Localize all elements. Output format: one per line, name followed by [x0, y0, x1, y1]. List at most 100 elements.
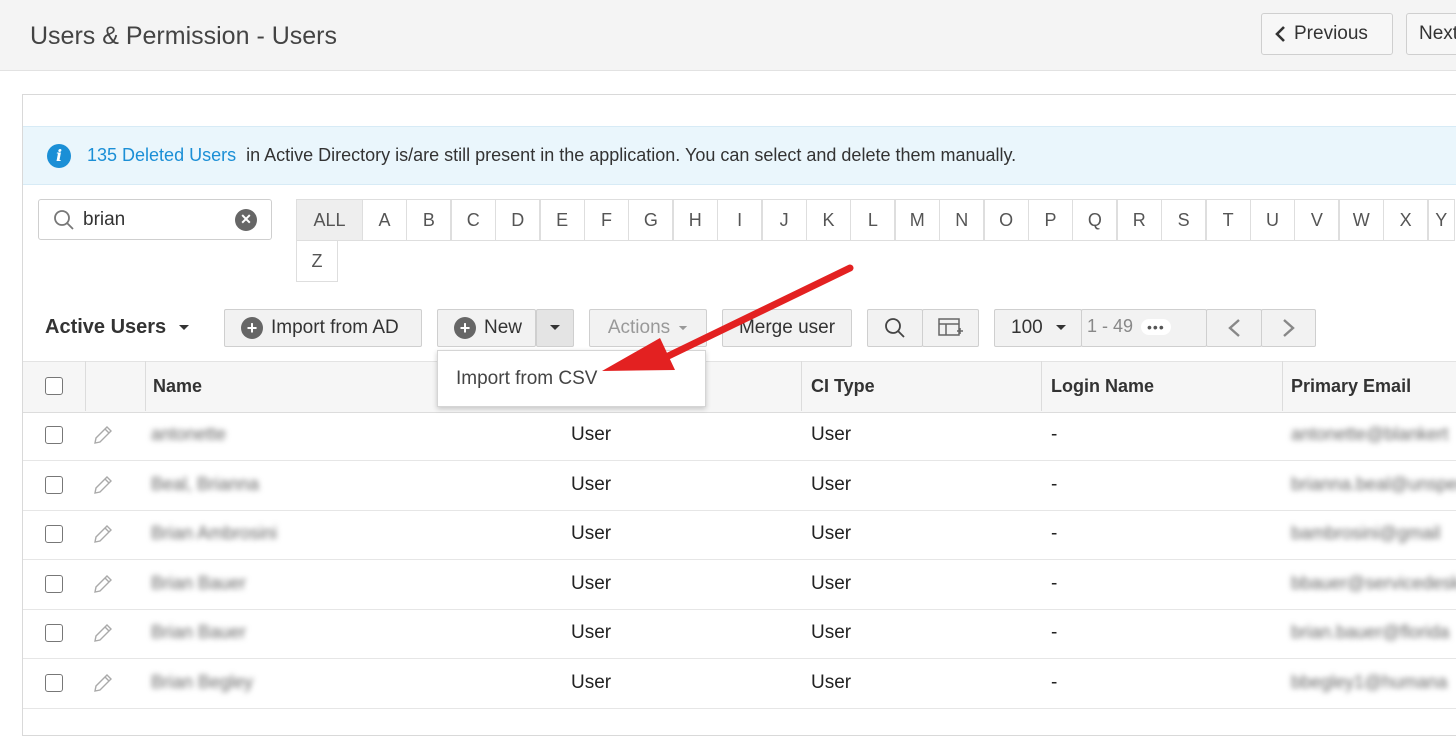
table-row[interactable]: Beal, Brianna User User - brianna.beal@unspe…	[23, 461, 1456, 511]
alpha-filter-l[interactable]: L	[850, 199, 896, 241]
alpha-filter-q[interactable]: Q	[1072, 199, 1118, 241]
edit-pencil-icon[interactable]	[91, 473, 115, 497]
alpha-filter-g[interactable]: G	[628, 199, 674, 241]
table-row[interactable]: Brian Begley User User - bbegley1@humana	[23, 659, 1456, 709]
user-type: User	[571, 622, 612, 644]
info-banner: i 135 Deleted Users in Active Directory …	[23, 126, 1456, 185]
clear-search-icon[interactable]: ✕	[235, 208, 257, 231]
merge-label: Merge user	[738, 317, 836, 338]
user-ci-type: User	[811, 572, 852, 594]
import-from-ad-button[interactable]: + Import from AD	[224, 309, 422, 347]
next-button[interactable]: Next	[1406, 13, 1456, 55]
column-header-primary-email[interactable]: Primary Email	[1291, 361, 1411, 411]
column-divider	[1282, 361, 1283, 411]
alpha-filter-j[interactable]: J	[761, 199, 807, 241]
user-ci-type: User	[811, 622, 852, 644]
alpha-filter-x[interactable]: X	[1383, 199, 1429, 241]
column-header-login-name[interactable]: Login Name	[1051, 361, 1154, 411]
user-primary-email: antonette@blankert	[1291, 424, 1449, 444]
user-name[interactable]: Beal, Brianna	[151, 474, 259, 495]
page-size-select[interactable]: 100	[994, 309, 1082, 347]
previous-label: Previous	[1294, 23, 1368, 44]
chevron-left-icon	[1228, 319, 1240, 337]
user-ci-type: User	[811, 672, 852, 693]
user-primary-email: brian.bauer@florida	[1291, 622, 1450, 643]
alpha-filter-k[interactable]: K	[806, 199, 851, 241]
user-name[interactable]: Brian Begley	[151, 672, 253, 693]
alpha-filter-h[interactable]: H	[672, 199, 718, 241]
alpha-filter-w[interactable]: W	[1338, 199, 1384, 241]
user-type: User	[571, 424, 612, 445]
search-input[interactable]: brian	[83, 209, 235, 231]
chevron-right-icon	[1282, 319, 1295, 337]
merge-user-button[interactable]: Merge user	[722, 309, 852, 347]
prev-page-button[interactable]	[1206, 309, 1262, 347]
user-type: User	[571, 672, 612, 693]
edit-pencil-icon[interactable]	[91, 671, 115, 695]
row-checkbox[interactable]	[45, 674, 63, 692]
alpha-filter-y[interactable]: Y	[1427, 199, 1455, 241]
info-icon: i	[47, 143, 71, 168]
plus-icon: +	[241, 317, 263, 339]
alpha-filter-c[interactable]: C	[450, 199, 496, 241]
table-search-button[interactable]	[867, 309, 923, 347]
user-name[interactable]: Brian Bauer	[151, 573, 246, 594]
alpha-filter-r[interactable]: R	[1116, 199, 1162, 241]
row-checkbox[interactable]	[45, 475, 63, 494]
alpha-filter-u[interactable]: U	[1250, 199, 1295, 241]
deleted-users-link[interactable]: 135 Deleted Users	[87, 145, 236, 166]
alpha-filter-n[interactable]: N	[939, 199, 985, 241]
search-icon	[54, 209, 74, 230]
previous-button[interactable]: Previous	[1261, 13, 1393, 55]
alpha-filter-o[interactable]: O	[983, 199, 1029, 241]
new-button[interactable]: + New	[437, 309, 536, 347]
row-checkbox[interactable]	[45, 624, 63, 643]
next-page-button[interactable]	[1261, 309, 1316, 347]
actions-button[interactable]: Actions	[589, 309, 707, 347]
alpha-filter-m[interactable]: M	[894, 199, 940, 241]
alpha-filter-t[interactable]: T	[1205, 199, 1251, 241]
alpha-filter-all[interactable]: ALL	[296, 199, 363, 241]
alpha-filter-z[interactable]: Z	[296, 240, 338, 282]
table-row[interactable]: antonette User User - antonette@blankert	[23, 411, 1456, 461]
user-name[interactable]: Brian Bauer	[151, 622, 246, 643]
alpha-filter-i[interactable]: I	[717, 199, 763, 241]
column-header-ci-type[interactable]: CI Type	[811, 361, 875, 411]
user-name[interactable]: antonette	[151, 424, 226, 445]
new-dropdown-toggle[interactable]	[536, 309, 574, 347]
table-columns-icon	[937, 318, 963, 336]
column-divider	[1041, 361, 1042, 411]
row-checkbox[interactable]	[45, 574, 63, 593]
edit-pencil-icon[interactable]	[91, 621, 115, 645]
alpha-filter-d[interactable]: D	[495, 199, 541, 241]
column-header-name[interactable]: Name	[153, 361, 202, 411]
edit-pencil-icon[interactable]	[91, 423, 115, 447]
caret-down-icon	[550, 325, 560, 330]
alpha-filter-v[interactable]: V	[1294, 199, 1340, 241]
alpha-filter-s[interactable]: S	[1161, 199, 1207, 241]
chevron-left-icon	[1275, 26, 1285, 42]
import-from-csv-menu-item[interactable]: Import from CSV	[456, 368, 597, 390]
more-pages-button[interactable]: •••	[1141, 318, 1171, 335]
user-name[interactable]: Brian Ambrosini	[151, 523, 277, 544]
alpha-filter-e[interactable]: E	[539, 199, 585, 241]
next-label: Next	[1419, 23, 1456, 44]
alpha-filter-b[interactable]: B	[406, 199, 452, 241]
row-checkbox[interactable]	[45, 525, 63, 544]
alpha-filter-a[interactable]: A	[362, 199, 407, 241]
edit-pencil-icon[interactable]	[91, 522, 115, 546]
edit-pencil-icon[interactable]	[91, 572, 115, 596]
table-row[interactable]: Brian Bauer User User - brian.bauer@florida	[23, 609, 1456, 660]
table-row[interactable]: Brian Ambrosini User User - bambrosini@gmail	[23, 510, 1456, 561]
table-header	[23, 361, 1456, 413]
row-checkbox[interactable]	[45, 426, 63, 444]
alpha-filter-p[interactable]: P	[1028, 199, 1073, 241]
alpha-filter-f[interactable]: F	[584, 199, 629, 241]
view-selector[interactable]: Active Users	[45, 316, 190, 339]
new-dropdown-menu: Import from CSV	[437, 350, 706, 407]
table-row[interactable]: Brian Bauer User User - bbauer@servicedesk	[23, 560, 1456, 610]
column-chooser-button[interactable]	[922, 309, 979, 347]
user-type: User	[571, 523, 612, 545]
caret-down-icon	[179, 324, 190, 330]
select-all-checkbox[interactable]	[45, 377, 63, 395]
